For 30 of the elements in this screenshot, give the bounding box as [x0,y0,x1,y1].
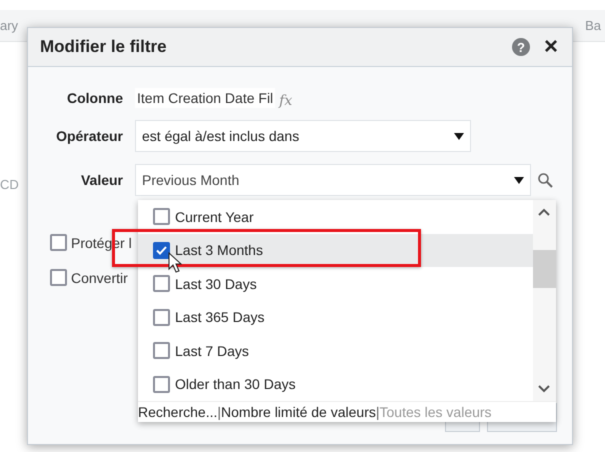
option-label: Convertir [71,270,128,286]
operator-label: Opérateur [55,128,123,144]
checkbox[interactable] [153,242,170,259]
search-icon[interactable] [537,172,553,188]
value-label: Valeur [80,172,123,188]
separator: | [376,404,380,420]
checkbox[interactable] [50,234,67,251]
caret-icon [454,132,464,140]
column-label: Colonne [66,90,123,106]
background-text: CD [0,177,19,192]
column-value: Item Creation Date Fil [135,88,276,108]
help-icon[interactable]: ? [512,38,530,56]
list-item[interactable]: Current Year [138,200,533,234]
value-dropdown[interactable]: Previous Month [135,164,531,196]
checkbox[interactable] [153,208,170,226]
separator: | [217,404,222,420]
scroll-thumb[interactable] [533,250,556,288]
footer-link[interactable]: Recherche... [138,404,218,420]
footer-link[interactable]: Nombre limité de valeurs [221,404,376,420]
checkbox[interactable] [153,308,170,326]
checkbox[interactable] [50,269,67,286]
check-icon [156,246,167,255]
checkbox[interactable] [153,342,170,360]
checkbox[interactable] [153,275,170,292]
dialog-title: Modifier le filtre [40,37,168,57]
checkbox[interactable] [153,376,170,393]
close-button[interactable]: × [544,38,558,56]
caret-icon [514,176,524,184]
operator-dropdown[interactable]: est égal à/est inclus dans [135,120,471,152]
scrollbar[interactable] [533,200,556,401]
